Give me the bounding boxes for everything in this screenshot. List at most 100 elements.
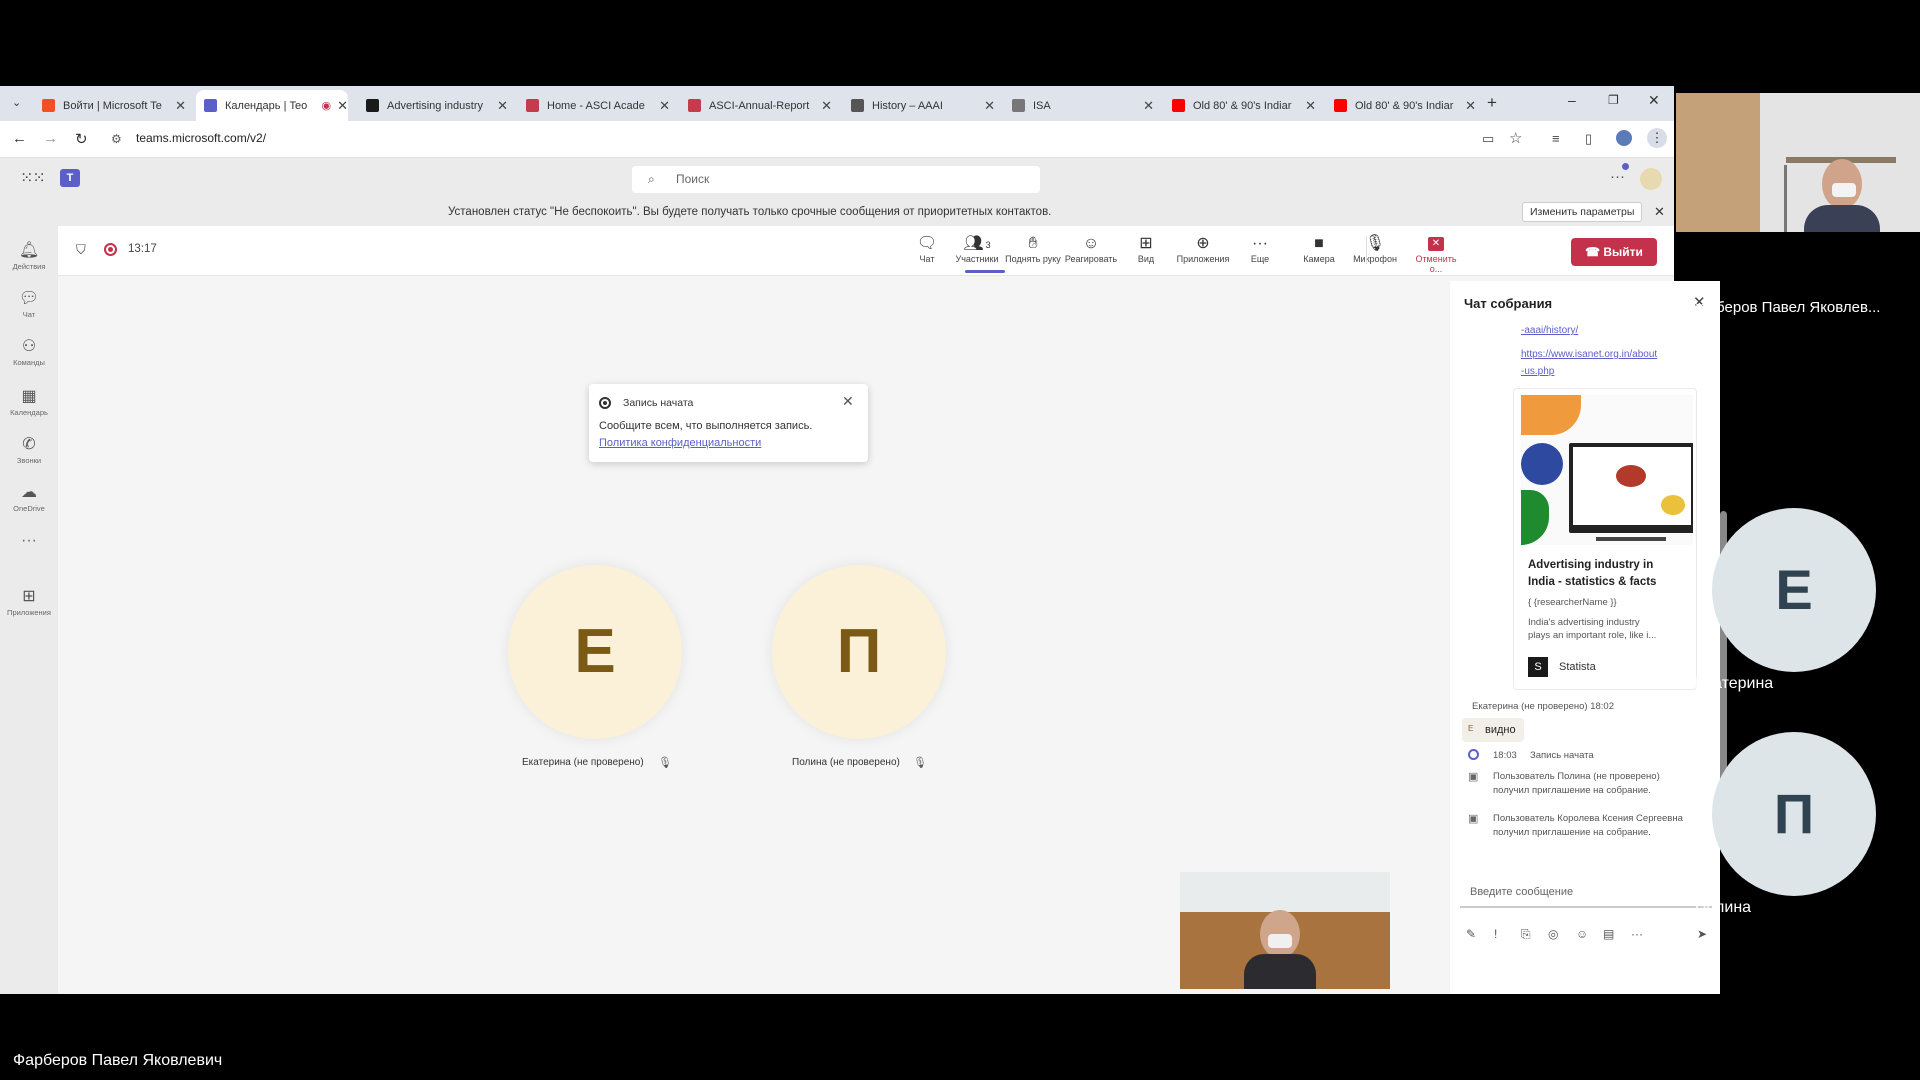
phone-icon: ✆ [22,436,36,453]
toast-close-icon[interactable]: ✕ [842,393,854,410]
self-video-preview[interactable] [1180,872,1390,989]
app-launcher-icon[interactable]: ⁙⁙ [20,168,46,188]
send-icon[interactable]: ➤ [1697,927,1707,941]
more-options-icon[interactable]: ··· [1631,927,1643,941]
forward-button[interactable]: → [43,130,58,147]
tab-label: History – AAAI [872,99,943,112]
priority-icon[interactable]: ! [1494,927,1497,941]
tab-close-icon[interactable]: ✕ [659,98,670,114]
toolbar-hand-button[interactable]: ✋︎ Поднять руку [1005,234,1061,264]
loop-icon[interactable]: ◎ [1548,927,1558,941]
message-bubble[interactable]: Е видно [1462,718,1524,742]
emoji-icon[interactable]: ☺ [1576,927,1588,941]
toolbar-camera-button[interactable]: ■ Камера [1291,234,1347,264]
settings-more-icon[interactable]: ··· [1610,168,1625,185]
participant-tile-ekaterina[interactable]: Е [508,565,682,739]
tab-favicon-icon [42,99,55,112]
tab-close-icon[interactable]: ✕ [1465,98,1476,114]
apps-icon: ⊕ [1196,235,1210,252]
site-info-icon[interactable]: ⚙ [111,132,122,146]
close-window-button[interactable]: ✕ [1648,92,1660,109]
side-panel-icon[interactable]: ▯ [1585,131,1592,147]
notice-close-icon[interactable]: ✕ [1654,204,1665,220]
browser-tab[interactable]: Advertising industry ✕ [358,90,508,121]
bookmark-star-icon[interactable]: ☆ [1509,129,1522,147]
browser-tab[interactable]: ISA ✕ [1004,90,1154,121]
tab-close-icon[interactable]: ✕ [1305,98,1316,114]
system-message-1a: Пользователь Полина (не проверено) [1493,771,1660,782]
message-text: видно [1485,724,1516,736]
tab-label: Войти | Microsoft Te [63,99,162,112]
card-image [1521,395,1693,545]
leave-button[interactable]: ☎︎ Выйти [1571,238,1657,266]
toolbar-apps-button[interactable]: ⊕ Приложения [1175,234,1231,264]
tab-close-icon[interactable]: ✕ [1143,98,1154,114]
url-text[interactable]: teams.microsoft.com/v2/ [136,131,266,145]
format-icon[interactable]: ✎ [1466,927,1476,941]
minimize-button[interactable]: – [1568,92,1576,108]
attach-icon[interactable]: ⎘ [1521,927,1531,942]
toolbar-people-button[interactable]: 👥︎ 3 Участники [949,234,1005,264]
gallery-tile-ekaterina[interactable]: Е [1712,508,1876,672]
change-settings-button[interactable]: Изменить параметры [1522,202,1643,222]
rail-chat[interactable]: 💬︎ Чат [0,288,58,319]
browser-tab[interactable]: ASCI-Annual-Report ✕ [680,90,832,121]
tab-search-icon[interactable]: ⌄ [12,96,21,109]
toolbar-label: Отменить о... [1415,254,1457,274]
rail-teams[interactable]: ⚇ Команды [0,336,58,367]
toolbar-label: Еще [1250,254,1270,264]
new-tab-button[interactable]: + [1487,93,1497,113]
cast-icon[interactable]: ▭ [1482,131,1494,147]
reload-button[interactable]: ↻ [75,130,88,148]
browser-tab[interactable]: Old 80' & 90's Indiar ✕ [1164,90,1316,121]
search-input[interactable]: ⌕ Поиск [632,166,1040,193]
restore-button[interactable]: ❐ [1608,93,1619,107]
tab-label: Old 80' & 90's Indiar [1193,99,1292,112]
user-avatar[interactable] [1640,168,1662,190]
browser-tab[interactable]: Old 80' & 90's Indiar ✕ [1326,90,1476,121]
presenter-video[interactable] [1676,93,1920,232]
tab-close-icon[interactable]: ✕ [175,98,186,114]
toolbar-mic-button[interactable]: 🎙︎ Микрофон [1347,234,1403,264]
toolbar-label: Реагировать [1064,254,1118,264]
toolbar-share-stop-button[interactable]: ✕ Отменить о... [1408,234,1464,274]
tab-close-icon[interactable]: ✕ [984,98,995,114]
rail-apps[interactable]: ⊞ Приложения [0,586,58,617]
chat-link-isanet[interactable]: https://www.isanet.org.in/about [1521,349,1657,360]
rail-onedrive[interactable]: ☁ OneDrive [0,482,58,513]
tab-close-icon[interactable]: ✕ [497,98,508,114]
rail-activity[interactable]: 🔔︎ Действия [0,240,58,271]
toolbar-chat-button[interactable]: 🗨︎ Чат [899,234,955,264]
rail-more[interactable]: ··· [0,532,58,550]
browser-tab[interactable]: Календарь | Teo ◉ ✕ [196,90,348,121]
gallery-tile-polina[interactable]: П [1712,732,1876,896]
browser-tab[interactable]: History – AAAI ✕ [843,90,995,121]
tab-close-icon[interactable]: ✕ [337,98,348,114]
tab-close-icon[interactable]: ✕ [821,98,832,114]
participant-label-polina: Полина (не проверено) [792,757,900,768]
left-app-rail: 🔔︎ Действия 💬︎ Чат ⚇ Команды ▦ Календарь ✆ Зв… [0,226,58,994]
media-icon[interactable]: ≡ [1552,131,1560,146]
toolbar-more-button[interactable]: ··· Еще [1232,234,1288,264]
browser-tab[interactable]: Home - ASCI Acade ✕ [518,90,670,121]
tab-bar: ⌄ Войти | Microsoft Te ✕ Календарь | Teo ◉ ✕… [0,86,1674,121]
system-message-2b: получил приглашение на собрание. [1493,827,1651,838]
profile-avatar[interactable] [1616,130,1632,146]
back-button[interactable]: ← [12,130,27,147]
gif-icon[interactable]: ▤ [1603,927,1614,941]
message-input[interactable]: Введите сообщение [1460,874,1712,908]
privacy-policy-link[interactable]: Политика конфиденциальности [599,437,761,449]
chat-link-aaai[interactable]: -aaai/history/ [1521,325,1578,336]
browser-menu-icon[interactable]: ⋮ [1647,128,1667,148]
participant-tile-polina[interactable]: П [772,565,946,739]
toolbar-smile-button[interactable]: ☺ Реагировать [1063,234,1119,264]
card-description-2: plays an important role, like i... [1528,630,1657,641]
browser-tab[interactable]: Войти | Microsoft Te ✕ [34,90,186,121]
notification-dot [1622,163,1629,170]
toast-body: Сообщите всем, что выполняется запись. [599,420,813,432]
toolbar-grid-button[interactable]: ⊞ Вид [1118,234,1174,264]
record-icon [599,397,611,409]
rail-calls[interactable]: ✆ Звонки [0,434,58,465]
rail-calendar[interactable]: ▦ Календарь [0,386,58,417]
link-preview-card[interactable]: Advertising industry in India - statisti… [1513,388,1697,690]
